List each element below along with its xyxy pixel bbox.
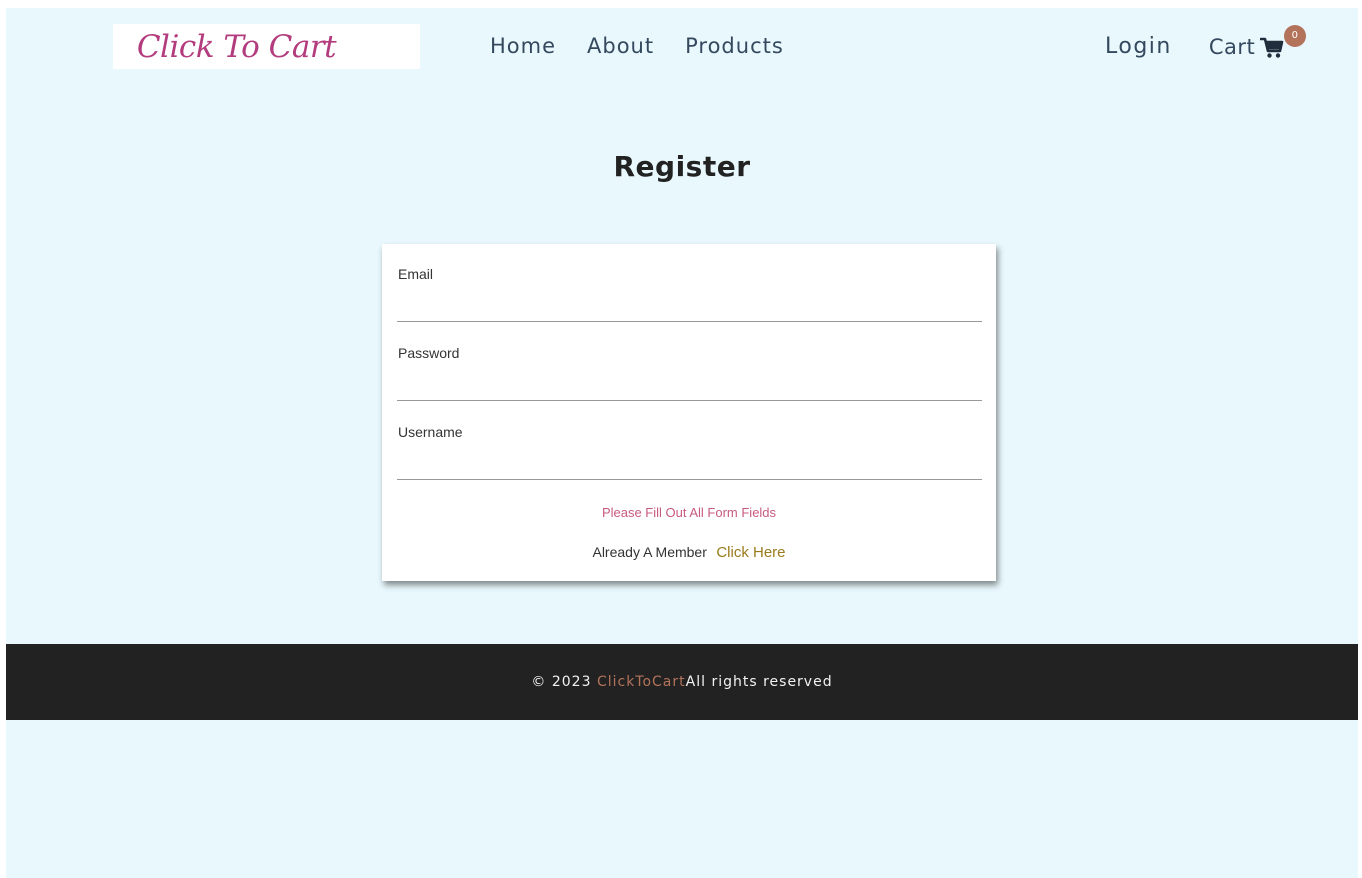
already-member-text: Already A Member [592,544,707,560]
page: Click To Cart Home About Products Login … [6,8,1358,878]
password-field-group: Password [397,323,982,401]
nav-link-about[interactable]: About [587,34,654,58]
username-input[interactable] [397,448,982,478]
footer-text: © 2023 ClickToCartAll rights reserved [531,674,832,690]
nav-right: Login Cart 0 [1105,24,1306,59]
username-field-group: Username [397,402,982,480]
email-input[interactable] [397,290,982,320]
nav-links: Home About Products [490,34,784,58]
password-label: Password [398,345,460,361]
email-field-group: Email [397,244,982,322]
footer-rights: All rights reserved [685,674,833,690]
shopping-cart-icon [1260,37,1284,58]
login-redirect-link[interactable]: Click Here [716,544,785,561]
footer: © 2023 ClickToCartAll rights reserved [6,644,1358,720]
cart-count-badge: 0 [1283,24,1306,47]
password-input[interactable] [397,369,982,399]
footer-copyright: © 2023 [531,674,592,690]
footer-brand-link[interactable]: ClickToCart [597,674,686,690]
username-label: Username [398,424,463,440]
navbar: Click To Cart Home About Products Login … [6,8,1358,88]
logo-text: Click To Cart [136,28,337,65]
nav-link-products[interactable]: Products [685,34,784,58]
cart-link[interactable]: Cart 0 [1208,24,1306,59]
email-label: Email [398,266,434,282]
form-error-message: Please Fill Out All Form Fields [601,505,777,520]
cart-label: Cart [1208,34,1256,59]
member-row: Already A Member Click Here [382,544,996,562]
page-title: Register [613,150,751,183]
register-form: Email Password Username Please Fill Out … [382,244,996,581]
nav-link-home[interactable]: Home [490,34,556,58]
login-link[interactable]: Login [1105,34,1172,59]
logo[interactable]: Click To Cart [113,24,420,69]
